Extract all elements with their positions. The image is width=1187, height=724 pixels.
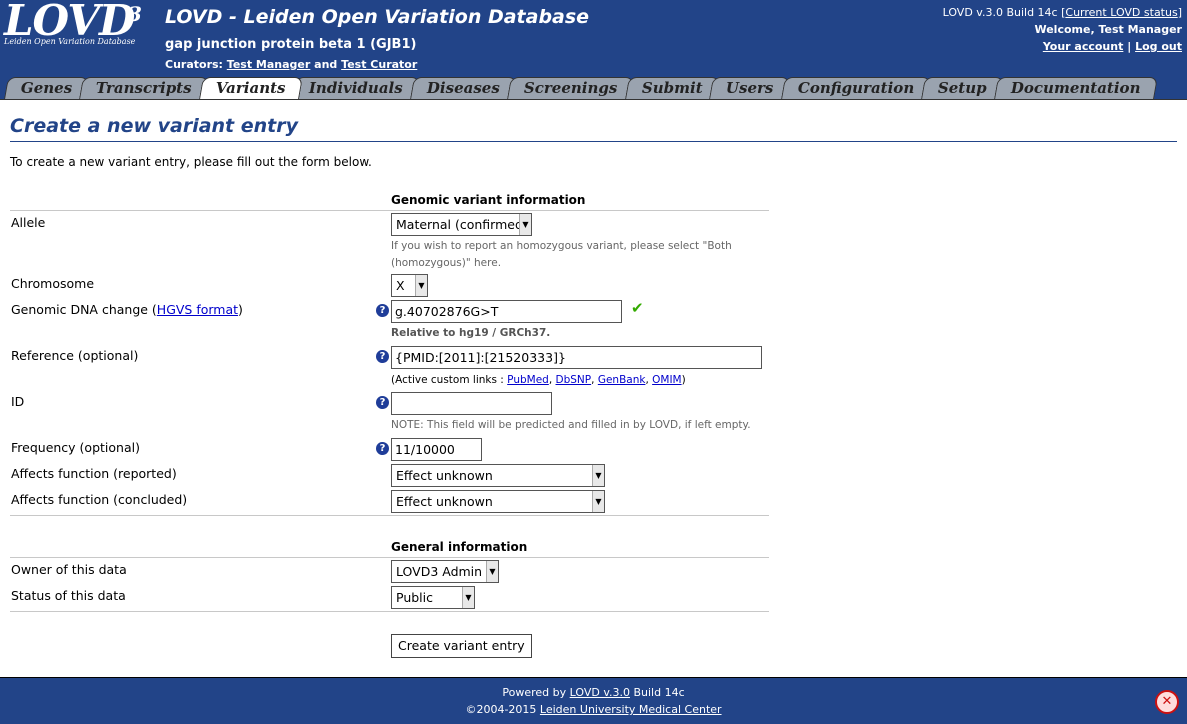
dna-change-note: Relative to hg19 / GRCh37.	[391, 327, 551, 339]
omim-link[interactable]: OMIM	[652, 374, 681, 386]
page-title: Create a new variant entry	[10, 115, 299, 137]
lovd-bug-icon[interactable]: ✕	[1155, 690, 1179, 714]
affects-reported-value: Effect unknown	[396, 468, 493, 483]
gene-title: gap junction protein beta 1 (GJB1)	[165, 37, 417, 52]
your-account-link[interactable]: Your account	[1043, 40, 1124, 53]
link-separator: |	[1127, 40, 1132, 53]
affects-concluded-value: Effect unknown	[396, 494, 493, 509]
chevron-down-icon: ▼	[462, 587, 474, 608]
chromosome-select[interactable]: X ▼	[391, 274, 428, 297]
owner-select[interactable]: LOVD3 Admin ▼	[391, 560, 499, 583]
status-select[interactable]: Public ▼	[391, 586, 475, 609]
tab-configuration[interactable]: Configuration	[780, 77, 931, 99]
main-tabs: Genes Transcripts Variants Individuals D…	[4, 77, 1158, 99]
allele-label: Allele	[11, 215, 46, 230]
checkmark-icon: ✔	[631, 299, 644, 317]
tab-diseases[interactable]: Diseases	[410, 77, 518, 99]
section-divider	[10, 611, 769, 612]
tab-divider	[0, 99, 1187, 100]
tab-individuals[interactable]: Individuals	[292, 77, 421, 99]
copyright-line: ©2004-2015 Leiden University Medical Cen…	[465, 703, 722, 716]
chevron-down-icon: ▼	[592, 491, 604, 512]
dbsnp-link[interactable]: DbSNP	[556, 374, 592, 386]
logo-superscript: 3	[128, 2, 142, 26]
chevron-down-icon: ▼	[519, 214, 531, 235]
chevron-down-icon: ▼	[486, 561, 498, 582]
lovd-logo[interactable]: LOVD 3 Leiden Open Variation Database	[4, 0, 154, 50]
frequency-label: Frequency (optional)	[11, 440, 140, 455]
section-divider	[10, 557, 769, 558]
title-divider	[10, 141, 1177, 142]
footer: Powered by LOVD v.3.0 Build 14c ©2004-20…	[0, 678, 1187, 724]
id-input[interactable]	[391, 392, 552, 415]
hgvs-format-link[interactable]: HGVS format	[157, 302, 238, 317]
help-icon[interactable]: ?	[376, 304, 389, 317]
logo-subtitle: Leiden Open Variation Database	[4, 37, 136, 46]
account-links: Your account | Log out	[943, 38, 1182, 55]
pubmed-link[interactable]: PubMed	[507, 374, 549, 386]
genbank-link[interactable]: GenBank	[598, 374, 646, 386]
affects-reported-select[interactable]: Effect unknown ▼	[391, 464, 605, 487]
affects-reported-label: Affects function (reported)	[11, 466, 177, 481]
welcome-text: Welcome, Test Manager	[1034, 23, 1182, 36]
tab-submit[interactable]: Submit	[624, 77, 720, 99]
tab-variants[interactable]: Variants	[198, 77, 303, 99]
owner-label: Owner of this data	[11, 562, 127, 577]
curators-and: and	[314, 58, 338, 71]
tab-transcripts[interactable]: Transcripts	[79, 77, 209, 99]
curators-line: Curators: Test Manager and Test Curator	[165, 58, 417, 71]
id-label: ID	[11, 394, 25, 409]
tab-documentation[interactable]: Documentation	[993, 77, 1158, 99]
section-divider	[10, 210, 769, 211]
header-user-panel: LOVD v.3.0 Build 14c [Current LOVD statu…	[943, 4, 1182, 55]
curator-link-2[interactable]: Test Curator	[341, 58, 417, 71]
frequency-input[interactable]: 11/10000	[391, 438, 482, 461]
create-variant-button[interactable]: Create variant entry	[391, 634, 532, 658]
section-genomic-heading: Genomic variant information	[391, 193, 586, 207]
allele-note: If you wish to report an homozygous vari…	[391, 240, 732, 269]
help-icon[interactable]: ?	[376, 442, 389, 455]
intro-text: To create a new variant entry, please fi…	[10, 155, 372, 169]
curators-prefix: Curators:	[165, 58, 223, 71]
reference-input[interactable]: {PMID:[2011]:[21520333]}	[391, 346, 762, 369]
logout-link[interactable]: Log out	[1135, 40, 1182, 53]
chromosome-label: Chromosome	[11, 276, 95, 291]
tab-screenings[interactable]: Screenings	[507, 77, 635, 99]
dna-change-label: Genomic DNA change (HGVS format)	[11, 302, 243, 317]
tab-setup[interactable]: Setup	[921, 77, 1004, 99]
affects-concluded-label: Affects function (concluded)	[11, 492, 188, 507]
powered-by-line: Powered by LOVD v.3.0 Build 14c	[502, 686, 685, 699]
help-icon[interactable]: ?	[376, 396, 389, 409]
version-end: ]	[1177, 6, 1182, 19]
allele-selected-value: Maternal (confirmed)	[396, 217, 528, 232]
status-label: Status of this data	[11, 588, 126, 603]
section-divider	[10, 515, 769, 516]
tab-users[interactable]: Users	[709, 77, 791, 99]
tab-genes[interactable]: Genes	[4, 77, 90, 99]
chevron-down-icon: ▼	[415, 275, 427, 296]
affects-concluded-select[interactable]: Effect unknown ▼	[391, 490, 605, 513]
id-note: NOTE: This field will be predicted and f…	[391, 419, 751, 431]
version-line: LOVD v.3.0 Build 14c [Current LOVD statu…	[943, 4, 1182, 21]
version-text: LOVD v.3.0 Build 14c [	[942, 6, 1066, 19]
app-title: LOVD - Leiden Open Variation Database	[165, 6, 590, 28]
chromosome-selected-value: X	[396, 278, 405, 293]
reference-label: Reference (optional)	[11, 348, 139, 363]
section-general-heading: General information	[391, 540, 528, 554]
help-icon[interactable]: ?	[376, 350, 389, 363]
curator-link-1[interactable]: Test Manager	[227, 58, 311, 71]
allele-select[interactable]: Maternal (confirmed) ▼	[391, 213, 532, 236]
header: LOVD 3 Leiden Open Variation Database LO…	[0, 0, 1187, 100]
chevron-down-icon: ▼	[592, 465, 604, 486]
custom-links-note: (Active custom links : PubMed, DbSNP, Ge…	[391, 374, 686, 386]
lovd-version-link[interactable]: LOVD v.3.0	[570, 686, 630, 699]
owner-selected-value: LOVD3 Admin	[396, 564, 483, 579]
status-selected-value: Public	[396, 590, 433, 605]
dna-change-input[interactable]: g.40702876G>T	[391, 300, 622, 323]
lumc-link[interactable]: Leiden University Medical Center	[540, 703, 722, 716]
lovd-status-link[interactable]: Current LOVD status	[1065, 6, 1177, 19]
